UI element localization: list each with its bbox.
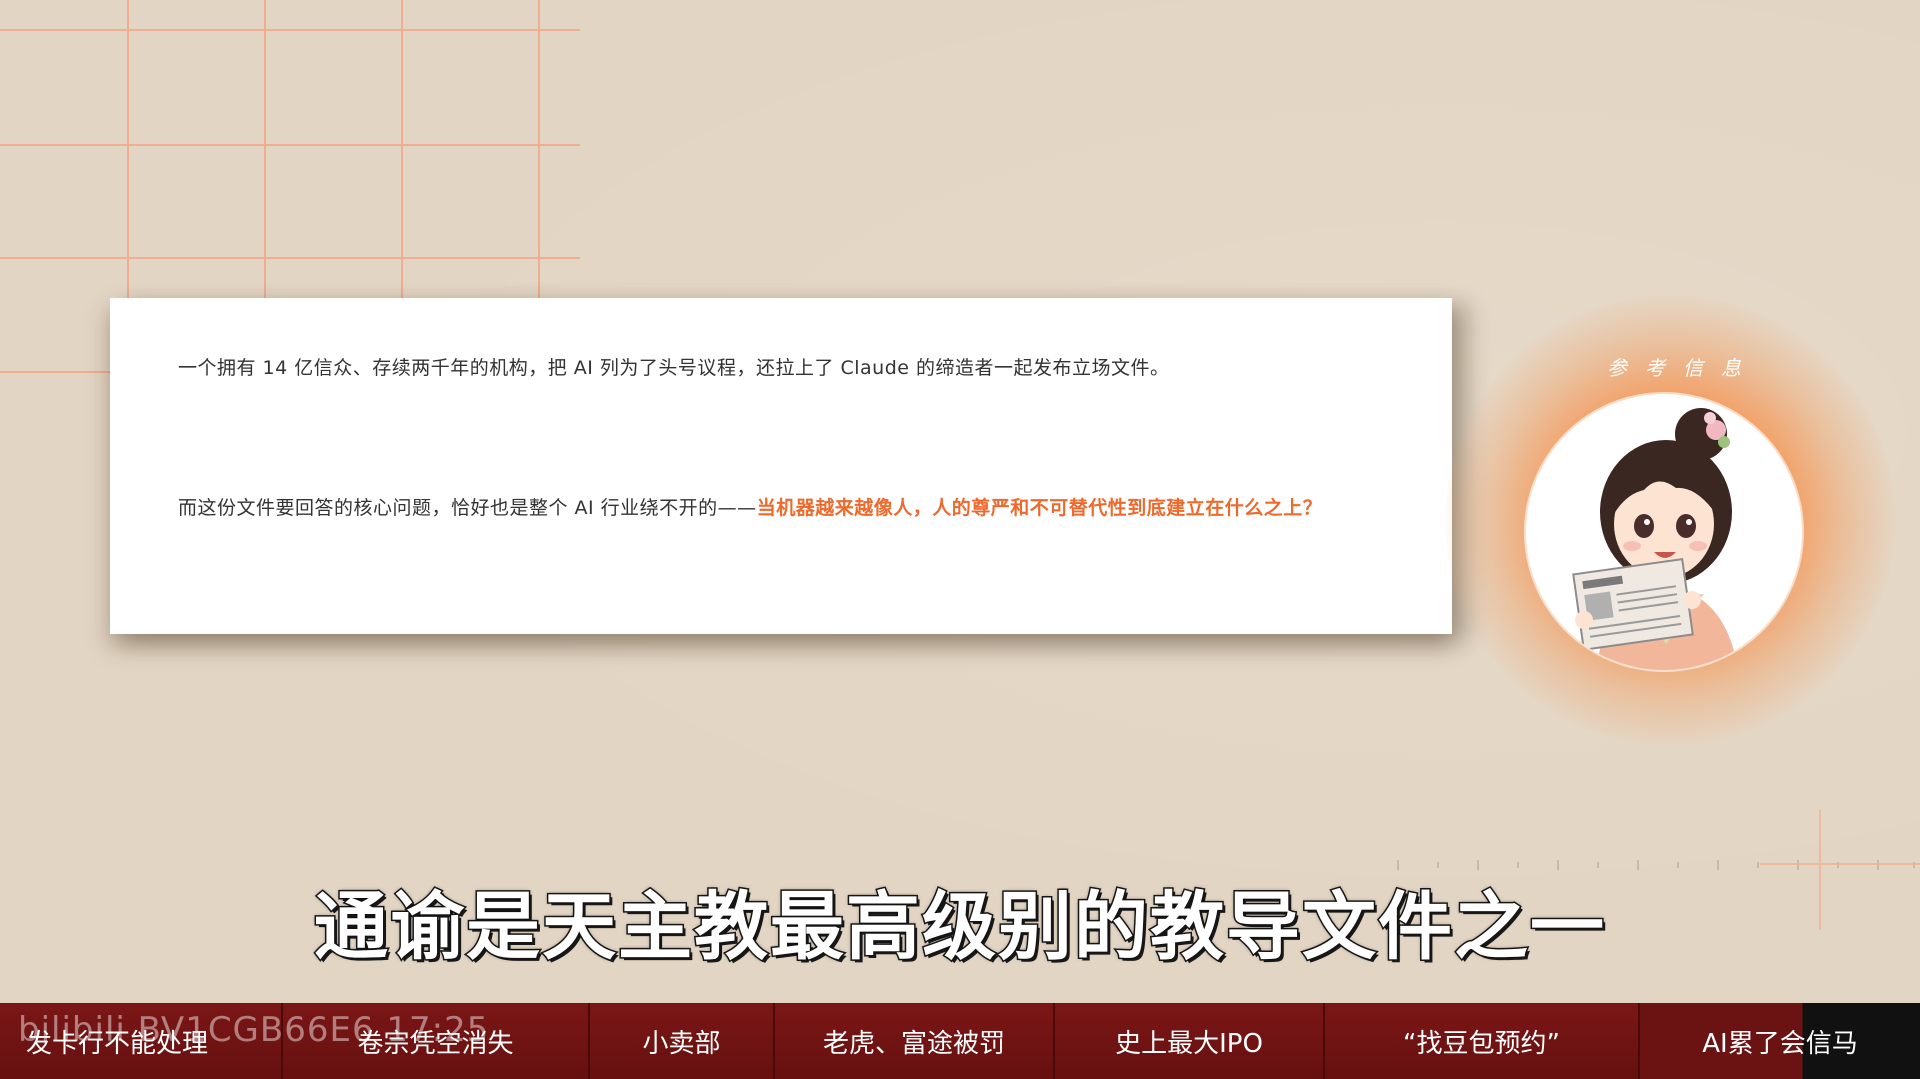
quote-paragraph-1: 一个拥有 14 亿信众、存续两千年的机构，把 AI 列为了头号议程，还拉上了 C… [178, 357, 1170, 379]
avatar-caption: 参考信息 [1607, 356, 1759, 380]
quote-paragraph-2-lead: 而这份文件要回答的核心问题，恰好也是整个 AI 行业绕不开的—— [178, 497, 757, 519]
newspaper-reading-girl-icon [1526, 394, 1802, 670]
quote-highlight: 当机器越来越像人，人的尊严和不可替代性到底建立在什么之上？ [756, 497, 1323, 519]
chapter-item[interactable]: 史上最大IPO [1055, 1003, 1325, 1079]
bilibili-watermark: bilibili BV1CGB66E6 17:25 [18, 1010, 490, 1050]
quote-paragraph-2: 而这份文件要回答的核心问题，恰好也是整个 AI 行业绕不开的——当机器越来越像人… [178, 490, 1398, 526]
chapter-item[interactable]: “找豆包预约” [1325, 1003, 1640, 1079]
subtitle-caption: 通谕是天主教最高级别的教导文件之一 [313, 883, 1606, 972]
chapter-item[interactable]: 老虎、富途被罚 [775, 1003, 1055, 1079]
quote-card: 一个拥有 14 亿信众、存续两千年的机构，把 AI 列为了头号议程，还拉上了 C… [110, 298, 1452, 634]
video-frame: 一个拥有 14 亿信众、存续两千年的机构，把 AI 列为了头号议程，还拉上了 C… [0, 0, 1920, 1079]
avatar-illustration [1572, 408, 1738, 670]
chapter-item[interactable]: 小卖部 [590, 1003, 775, 1079]
chapter-item[interactable]: AI累了会信马 [1640, 1003, 1920, 1079]
